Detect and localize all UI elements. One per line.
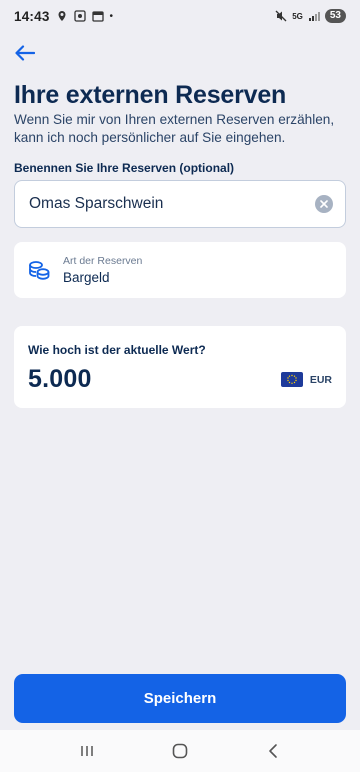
name-input[interactable] (29, 195, 315, 213)
arrow-left-icon (15, 45, 35, 61)
dot-icon: • (109, 10, 114, 22)
reserve-type-text: Art der Reserven Bargeld (63, 255, 142, 285)
eu-flag-icon (280, 372, 303, 387)
save-button[interactable]: Speichern (14, 674, 346, 723)
signal-icon (308, 12, 320, 21)
clear-circle-icon (320, 200, 328, 208)
system-back-button[interactable] (258, 739, 288, 763)
screenshot-icon (73, 10, 86, 22)
recent-apps-button[interactable] (72, 739, 102, 763)
currency-code: EUR (309, 373, 332, 386)
reserve-type-label: Art der Reserven (63, 255, 143, 267)
reserve-type-selector[interactable]: Art der Reserven Bargeld (14, 242, 346, 298)
home-button[interactable] (165, 739, 195, 763)
battery-indicator: 53 (324, 9, 346, 23)
back-button[interactable] (12, 42, 38, 64)
chevron-left-icon (269, 744, 278, 758)
value-card: Wie hoch ist der aktuelle Wert? 5.000 EU… (14, 326, 346, 408)
page-subtitle: Wenn Sie mir von Ihren externen Reserven… (14, 112, 335, 145)
clear-button[interactable] (315, 195, 333, 213)
system-nav-bar (0, 730, 360, 772)
status-right: 5G 53 (275, 9, 346, 23)
coins-icon (29, 261, 50, 280)
home-icon (172, 743, 188, 759)
status-left: 14:43 • (14, 9, 113, 24)
network-label: 5G (292, 11, 303, 21)
status-bar: 14:43 • 5G 53 (0, 0, 360, 32)
recent-apps-icon (80, 746, 93, 756)
calendar-icon (91, 11, 104, 22)
mute-icon (275, 10, 287, 22)
value-question: Wie hoch ist der aktuelle Wert? (28, 343, 206, 357)
status-time: 14:43 (14, 8, 50, 24)
page-title: Ihre externen Reserven (14, 81, 287, 109)
value-amount-input[interactable]: 5.000 (28, 365, 92, 394)
reserve-type-value: Bargeld (63, 270, 110, 285)
currency-selector[interactable]: EUR (280, 372, 332, 387)
name-field-label: Benennen Sie Ihre Reserven (optional) (14, 161, 235, 175)
location-icon (58, 11, 66, 21)
name-field (14, 180, 346, 228)
